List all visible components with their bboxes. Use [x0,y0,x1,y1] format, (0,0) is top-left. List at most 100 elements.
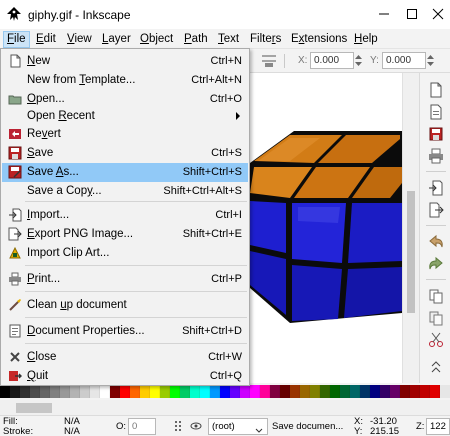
color-swatch[interactable] [80,385,90,398]
stroke-value[interactable]: N/A [64,427,80,436]
menu-item-import[interactable]: Import... Ctrl+I [2,206,248,225]
copy-icon[interactable] [427,287,445,305]
color-swatch[interactable] [30,385,40,398]
color-swatch[interactable] [240,385,250,398]
menu-item-document-properties[interactable]: Document Properties... Shift+Ctrl+D [2,322,248,341]
color-swatch[interactable] [120,385,130,398]
menu-item-revert[interactable]: Revert [2,125,248,144]
menu-item-new-from-template[interactable]: New from Template... Ctrl+Alt+N [2,71,248,90]
cut-icon[interactable] [427,331,445,349]
color-swatch[interactable] [260,385,270,398]
color-swatch[interactable] [380,385,390,398]
align-icon[interactable] [260,53,278,72]
vertical-scrollbar-thumb[interactable] [407,191,415,313]
menu-item-close[interactable]: Close Ctrl+W [2,348,248,367]
color-swatch[interactable] [430,385,440,398]
color-swatch[interactable] [180,385,190,398]
menu-item-open-recent[interactable]: Open Recent [2,107,248,126]
menu-edit[interactable]: Edit [33,31,59,48]
menu-item-import-clip-art[interactable]: Import Clip Art... [2,244,248,263]
menu-extensions[interactable]: Extensions [288,31,350,48]
import-icon[interactable] [427,179,445,197]
menu-item-save[interactable]: Save Ctrl+S [2,144,248,163]
color-swatch[interactable] [160,385,170,398]
menu-item-clean-up-document[interactable]: Clean up document [2,296,248,315]
color-swatch[interactable] [310,385,320,398]
save-icon[interactable] [427,125,445,143]
color-swatch[interactable] [190,385,200,398]
layer-visibility-icon[interactable] [174,420,184,435]
undo-icon[interactable] [427,233,445,251]
export-icon[interactable] [427,201,445,219]
duplicate-icon[interactable] [427,309,445,327]
maximize-button[interactable] [402,4,422,24]
y-coordinate-field[interactable]: 0.000 [382,52,426,69]
horizontal-scrollbar-thumb[interactable] [16,403,52,413]
menu-item-save-a-copy[interactable]: Save a Copy... Shift+Ctrl+Alt+S [2,182,248,201]
color-swatch[interactable] [10,385,20,398]
menu-item-save-as[interactable]: Save As... Shift+Ctrl+S [2,163,248,182]
color-swatch[interactable] [0,385,10,398]
color-swatch[interactable] [140,385,150,398]
color-swatch[interactable] [390,385,400,398]
color-swatch[interactable] [400,385,410,398]
opacity-field[interactable]: 0 [128,418,156,435]
menu-view[interactable]: View [64,31,95,48]
zoom-field[interactable]: 122 [426,418,450,435]
y-spinner-icon[interactable] [426,52,435,69]
horizontal-scrollbar[interactable] [0,400,450,415]
more-icon[interactable] [427,359,445,377]
color-swatch[interactable] [230,385,240,398]
color-swatch[interactable] [220,385,230,398]
menu-help[interactable]: Help [351,31,381,48]
color-swatch[interactable] [410,385,420,398]
color-swatch[interactable] [250,385,260,398]
color-swatch[interactable] [20,385,30,398]
menu-layer[interactable]: Layer [99,31,134,48]
color-swatch[interactable] [110,385,120,398]
close-button[interactable] [428,4,448,24]
color-swatch[interactable] [60,385,70,398]
color-swatch[interactable] [200,385,210,398]
color-swatch[interactable] [210,385,220,398]
vertical-scrollbar[interactable] [402,73,419,383]
color-swatch[interactable] [340,385,350,398]
minimize-button[interactable] [374,4,394,24]
menu-item-export-png-image[interactable]: Export PNG Image... Shift+Ctrl+E [2,225,248,244]
color-swatch[interactable] [150,385,160,398]
layer-lock-icon[interactable] [190,420,202,435]
palette-scroll-icon[interactable] [440,385,450,398]
color-swatch[interactable] [320,385,330,398]
menu-object[interactable]: Object [137,31,176,48]
color-swatch[interactable] [420,385,430,398]
color-swatch[interactable] [90,385,100,398]
menu-filters[interactable]: Filters [247,31,284,48]
print-icon[interactable] [427,147,445,165]
redo-icon[interactable] [427,255,445,273]
color-swatch[interactable] [330,385,340,398]
color-swatch[interactable] [130,385,140,398]
color-swatch[interactable] [40,385,50,398]
color-swatch[interactable] [70,385,80,398]
color-swatch[interactable] [170,385,180,398]
menu-path[interactable]: Path [181,31,211,48]
x-coordinate-field[interactable]: 0.000 [310,52,354,69]
menu-item-new[interactable]: New Ctrl+N [2,52,248,71]
drawing-canvas[interactable] [250,73,402,383]
open-folder-icon[interactable] [427,103,445,121]
color-swatch[interactable] [360,385,370,398]
menu-item-quit[interactable]: Quit Ctrl+Q [2,367,248,386]
color-swatch[interactable] [300,385,310,398]
current-layer-dropdown[interactable]: (root) [208,418,268,435]
color-swatch[interactable] [100,385,110,398]
menu-text[interactable]: Text [215,31,242,48]
menu-file[interactable]: File [3,31,30,48]
new-document-icon[interactable] [427,81,445,99]
x-spinner-icon[interactable] [354,52,363,69]
color-swatch[interactable] [290,385,300,398]
color-swatch[interactable] [270,385,280,398]
color-swatch[interactable] [280,385,290,398]
color-swatch[interactable] [370,385,380,398]
color-swatch[interactable] [350,385,360,398]
menu-item-print[interactable]: Print... Ctrl+P [2,270,248,289]
